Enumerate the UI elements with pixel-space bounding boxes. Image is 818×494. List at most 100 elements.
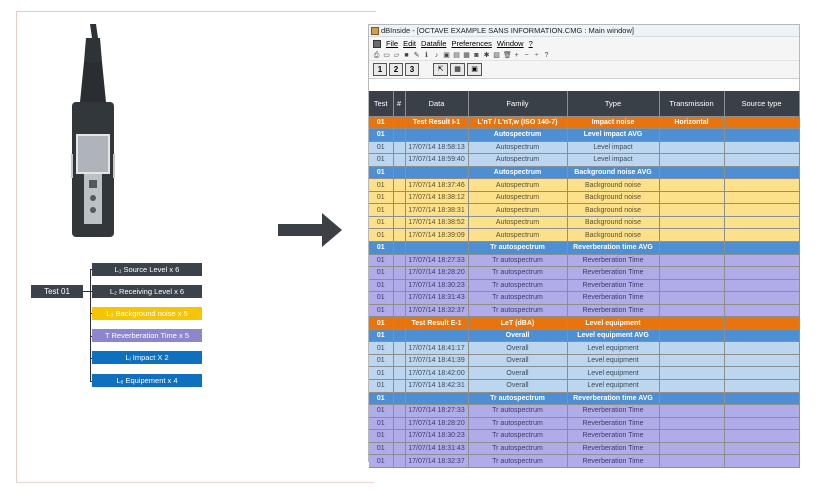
table-row[interactable]: 01 17/07/14 18:37:46 Autospectrum Backgroun… xyxy=(369,178,800,192)
add-icon[interactable]: + xyxy=(513,52,520,59)
table-row[interactable]: 01 17/07/14 18:42:00 Overall Level equipmen… xyxy=(369,366,800,380)
wand-icon[interactable]: ✎ xyxy=(413,52,420,59)
table-row[interactable]: 01 17/07/14 18:38:31 Autospectrum Backgroun… xyxy=(369,203,800,217)
cell-num xyxy=(393,341,406,355)
view-button-1[interactable]: 1 xyxy=(373,63,387,76)
cell-data: 17/07/14 18:38:52 xyxy=(405,216,469,230)
cell-type: Reverberation Time xyxy=(567,304,660,318)
info-icon[interactable]: ℹ xyxy=(423,52,430,59)
table-row[interactable]: 01 Tr autospectrum Reverberation time AVG xyxy=(369,241,800,255)
table-row[interactable]: 01 17/07/14 18:38:52 Autospectrum Backgroun… xyxy=(369,216,800,230)
help-icon[interactable]: ? xyxy=(543,52,550,59)
cell-data: 17/07/14 18:31:43 xyxy=(405,291,469,305)
cell-type: Reverberation Time xyxy=(567,266,660,280)
cell-source xyxy=(724,241,800,255)
expand-icon[interactable]: ⇱ xyxy=(433,63,448,76)
table-row[interactable]: 01 17/07/14 18:30:23 Tr autospectrum Reverb… xyxy=(369,279,800,293)
menu-file[interactable]: File xyxy=(386,37,398,50)
table-row[interactable]: 01 17/07/14 18:41:39 Overall Level equipmen… xyxy=(369,354,800,368)
music-icon[interactable]: ♪ xyxy=(433,52,440,59)
table-icon[interactable]: ▦ xyxy=(463,52,470,59)
menu-window[interactable]: Window xyxy=(497,37,524,50)
menu-preferences[interactable]: Preferences xyxy=(451,37,491,50)
cell-type: Background noise AVG xyxy=(567,166,660,180)
cell-test: 01 xyxy=(369,379,394,393)
cell-family: Overall xyxy=(468,354,568,368)
cell-transmission xyxy=(659,228,725,242)
open-folder-icon[interactable]: ▱ xyxy=(393,52,400,59)
view-button-2[interactable]: 2 xyxy=(389,63,403,76)
cell-family: Overall xyxy=(468,379,568,393)
table-row[interactable]: 01 Test Result E-1 LeT (dBA) Level equipmen… xyxy=(369,316,800,330)
table-row[interactable]: 01 Tr autospectrum Reverberation time AVG xyxy=(369,392,800,406)
cell-data xyxy=(405,128,469,142)
table-row[interactable]: 01 17/07/14 18:27:33 Tr autospectrum Reverb… xyxy=(369,254,800,268)
table-row[interactable]: 01 17/07/14 18:32:37 Tr autospectrum Reverb… xyxy=(369,304,800,318)
cell-family: Tr autospectrum xyxy=(468,417,568,431)
chart-icon[interactable]: ▤ xyxy=(453,52,460,59)
table-row[interactable]: 01 17/07/14 18:42:31 Overall Level equipmen… xyxy=(369,379,800,393)
table-row[interactable]: 01 Overall Level equipment AVG xyxy=(369,329,800,343)
cell-family: Autospectrum xyxy=(468,141,568,155)
table-row[interactable]: 01 17/07/14 18:31:43 Tr autospectrum Reverb… xyxy=(369,291,800,305)
column-header-family[interactable]: Family xyxy=(468,91,568,117)
menu-help[interactable]: ? xyxy=(529,37,533,50)
cell-num xyxy=(393,203,406,217)
table-row[interactable]: 01 17/07/14 18:58:13 Autospectrum Level imp… xyxy=(369,141,800,155)
table-row[interactable]: 01 17/07/14 18:27:33 Tr autospectrum Reverb… xyxy=(369,404,800,418)
grid-view-icon[interactable]: ▦ xyxy=(450,63,465,76)
cell-transmission xyxy=(659,366,725,380)
cell-type: Level equipment xyxy=(567,354,660,368)
printer-icon[interactable]: ⎙ xyxy=(373,52,380,59)
new-file-icon[interactable]: ▭ xyxy=(383,52,390,59)
window-title: dBInside - [OCTAVE EXAMPLE SANS INFORMAT… xyxy=(381,26,634,35)
cell-family: Overall xyxy=(468,329,568,343)
remove-icon[interactable]: − xyxy=(523,52,530,59)
paste-icon[interactable]: ▧ xyxy=(493,52,500,59)
table-row[interactable]: 01 Autospectrum Background noise AVG xyxy=(369,166,800,180)
save-icon[interactable]: ■ xyxy=(403,52,410,59)
table-row[interactable]: 01 17/07/14 18:32:37 Tr autospectrum Reverb… xyxy=(369,454,800,468)
cell-data: 17/07/14 18:39:09 xyxy=(405,228,469,242)
cell-family: Tr autospectrum xyxy=(468,266,568,280)
split-icon[interactable]: ÷ xyxy=(533,52,540,59)
column-header-transmission[interactable]: Transmission xyxy=(659,91,725,117)
table-row[interactable]: 01 17/07/14 18:59:40 Autospectrum Level imp… xyxy=(369,153,800,167)
table-row[interactable]: 01 Autospectrum Level impact AVG xyxy=(369,128,800,142)
cell-family: Overall xyxy=(468,341,568,355)
column-header-source-type[interactable]: Source type xyxy=(724,91,800,117)
cell-type: Background noise xyxy=(567,228,660,242)
cell-num xyxy=(393,442,406,456)
table-row[interactable]: 01 17/07/14 18:28:20 Tr autospectrum Reverb… xyxy=(369,266,800,280)
monitor-icon[interactable]: ▣ xyxy=(467,63,482,76)
menu-edit[interactable]: Edit xyxy=(403,37,416,50)
table-row[interactable]: 01 Test Result I-1 L'nT / L'nT,w (ISO 140-… xyxy=(369,116,800,130)
table-row[interactable]: 01 17/07/14 18:31:43 Tr autospectrum Reverb… xyxy=(369,442,800,456)
image-icon[interactable]: ▣ xyxy=(443,52,450,59)
camera-icon[interactable]: ◙ xyxy=(473,52,480,59)
table-row[interactable]: 01 17/07/14 18:38:12 Autospectrum Backgroun… xyxy=(369,191,800,205)
cell-type: Level equipment xyxy=(567,316,660,330)
cell-source xyxy=(724,329,800,343)
cell-data: 17/07/14 18:42:31 xyxy=(405,379,469,393)
cell-source xyxy=(724,304,800,318)
table-row[interactable]: 01 17/07/14 18:39:09 Autospectrum Backgroun… xyxy=(369,228,800,242)
table-row[interactable]: 01 17/07/14 18:41:17 Overall Level equipmen… xyxy=(369,341,800,355)
toolbar-main: ⎙ ▭ ▱ ■ ✎ ℹ ♪ ▣ ▤ ▦ ◙ ✱ ▧ 🗑 + − ÷ ? xyxy=(369,50,799,61)
settings-icon[interactable]: ✱ xyxy=(483,52,490,59)
column-header-number[interactable]: # xyxy=(393,91,406,117)
document-icon[interactable] xyxy=(373,39,381,48)
cell-type: Reverberation Time xyxy=(567,454,660,468)
column-header-data[interactable]: Data xyxy=(405,91,469,117)
table-row[interactable]: 01 17/07/14 18:28:20 Tr autospectrum Reverb… xyxy=(369,417,800,431)
delete-icon[interactable]: 🗑 xyxy=(503,52,512,59)
column-header-type[interactable]: Type xyxy=(567,91,660,117)
cell-data: 17/07/14 18:58:13 xyxy=(405,141,469,155)
menu-datafile[interactable]: Datafile xyxy=(421,37,446,50)
cell-source xyxy=(724,166,800,180)
cell-family: LeT (dBA) xyxy=(468,316,568,330)
table-row[interactable]: 01 17/07/14 18:30:23 Tr autospectrum Reverb… xyxy=(369,429,800,443)
measurement-receiving-level: L₂ Receiving Level x 6 xyxy=(92,285,202,298)
column-header-test[interactable]: Test xyxy=(369,91,394,117)
view-button-3[interactable]: 3 xyxy=(405,63,419,76)
